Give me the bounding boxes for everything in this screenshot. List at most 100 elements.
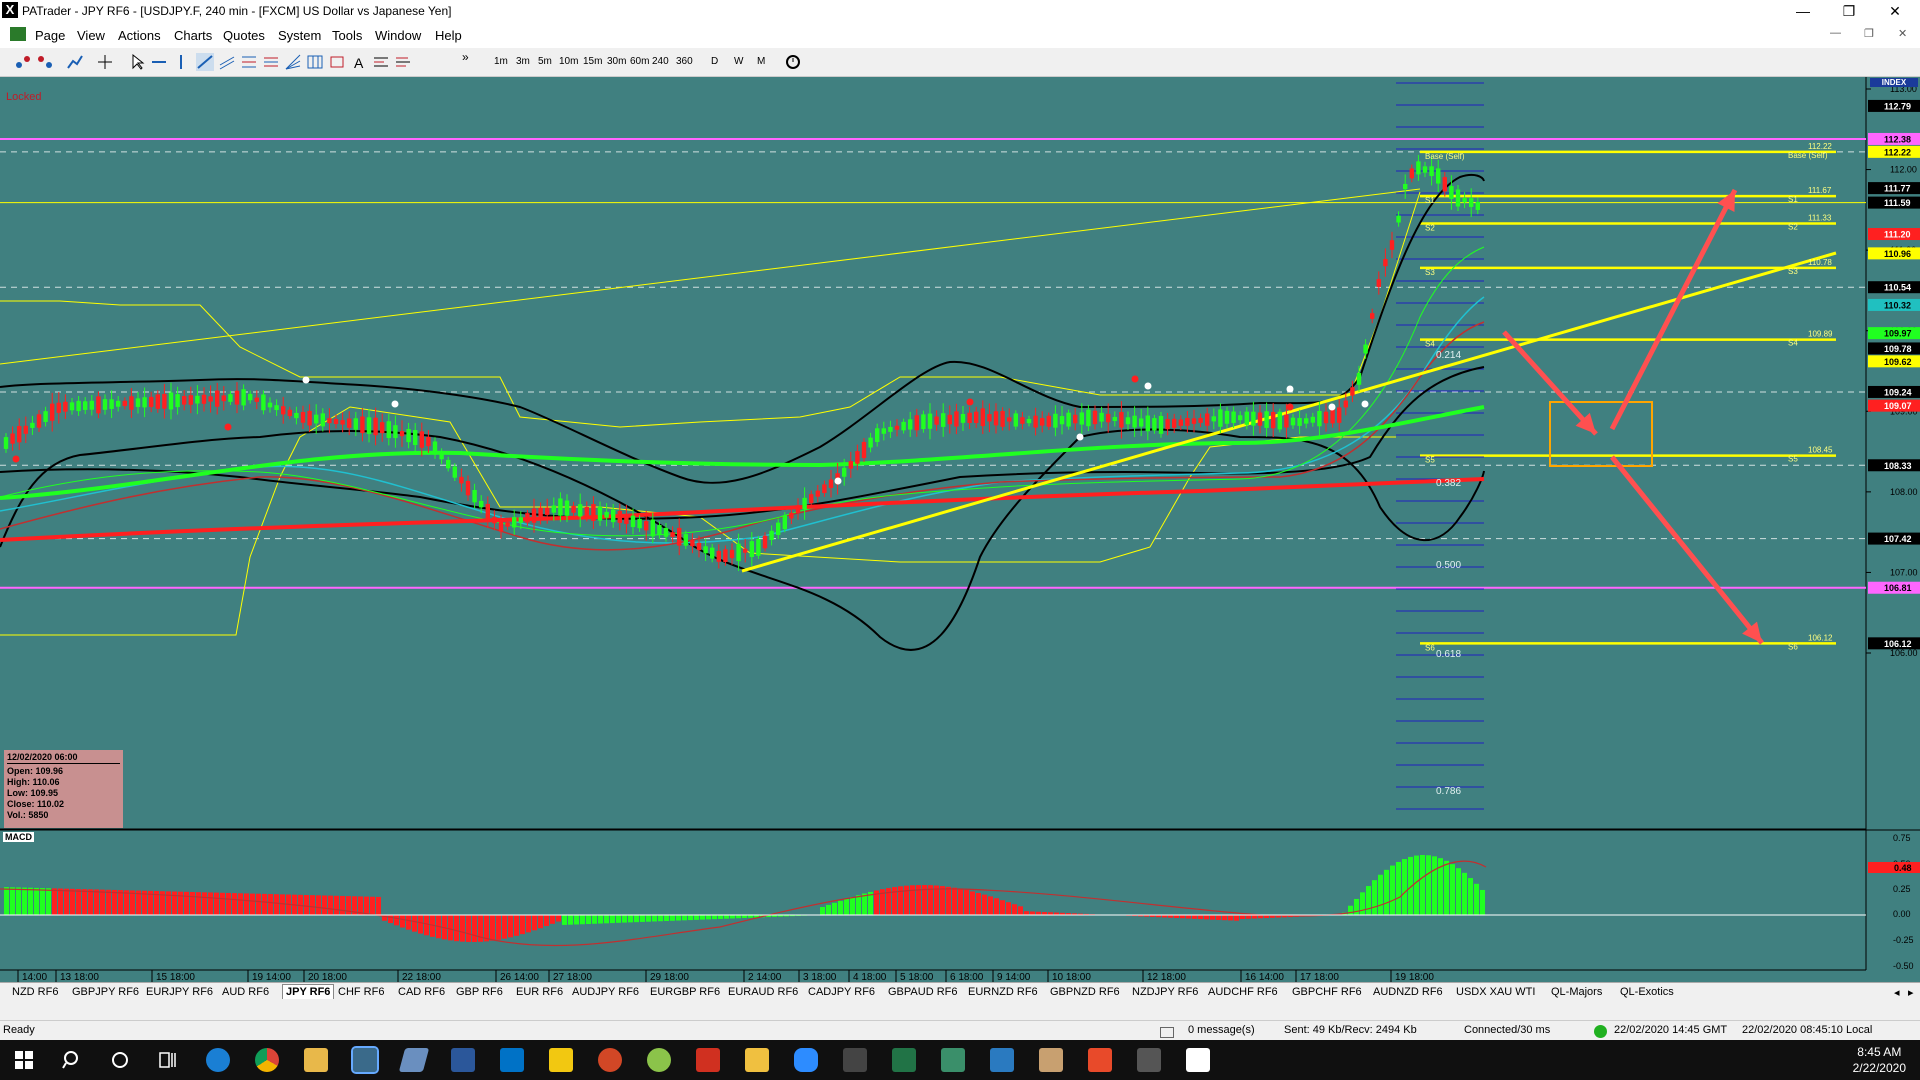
menu-actions[interactable]: Actions: [118, 28, 161, 43]
excel-icon[interactable]: [892, 1048, 916, 1072]
grid-icon[interactable]: [306, 53, 324, 71]
tab-eurgbp-rf6[interactable]: EURGBP RF6: [650, 986, 720, 998]
tab-nzd-rf6[interactable]: NZD RF6: [12, 986, 58, 998]
crosshair-icon[interactable]: [96, 53, 114, 71]
patrader-app-icon[interactable]: [351, 1046, 379, 1074]
cortana-icon[interactable]: [108, 1048, 132, 1072]
tab-euraud-rf6[interactable]: EURAUD RF6: [728, 986, 798, 998]
tab-ql-exotics[interactable]: QL-Exotics: [1620, 986, 1674, 998]
tf-60m[interactable]: 60m: [630, 56, 649, 67]
pointer-icon[interactable]: [128, 53, 146, 71]
tab-jpy-rf6[interactable]: JPY RF6: [282, 984, 335, 999]
tab-scroll-left-icon[interactable]: ◂: [1894, 986, 1900, 999]
fan-icon[interactable]: [284, 53, 302, 71]
tf-10m[interactable]: 10m: [559, 56, 578, 67]
price-chart[interactable]: 113.00112.00111.00110.00109.00108.00107.…: [0, 77, 1920, 982]
tab-chf-rf6[interactable]: CHF RF6: [338, 986, 384, 998]
search-icon[interactable]: [60, 1048, 84, 1072]
tab-audnzd-rf6[interactable]: AUDNZD RF6: [1373, 986, 1443, 998]
outlook-icon[interactable]: [500, 1048, 524, 1072]
vertical-line-icon[interactable]: [172, 53, 190, 71]
tf-240[interactable]: 240: [652, 56, 669, 67]
mdi-restore-button[interactable]: ❐: [1864, 27, 1874, 40]
menu-quotes[interactable]: Quotes: [223, 28, 265, 43]
ninja-app-icon[interactable]: [647, 1048, 671, 1072]
channel-icon[interactable]: [218, 53, 236, 71]
tab-aud-rf6[interactable]: AUD RF6: [222, 986, 269, 998]
tab-cadjpy-rf6[interactable]: CADJPY RF6: [808, 986, 875, 998]
document-icon[interactable]: [1186, 1048, 1210, 1072]
taskbar-clock[interactable]: 8:45 AM 2/22/2020: [1853, 1044, 1906, 1076]
status-messages[interactable]: 0 message(s): [1188, 1024, 1255, 1036]
overflow-chevron-icon[interactable]: »: [462, 50, 469, 64]
tf-360[interactable]: 360: [676, 56, 693, 67]
bird-app-icon[interactable]: [696, 1048, 720, 1072]
windows-start-icon[interactable]: [12, 1048, 36, 1072]
tab-audchf-rf6[interactable]: AUDCHF RF6: [1208, 986, 1278, 998]
tf-w[interactable]: W: [734, 56, 743, 67]
clock-icon[interactable]: [784, 53, 802, 71]
powerpoint-icon[interactable]: [598, 1048, 622, 1072]
levels-alt-icon[interactable]: [394, 53, 412, 71]
tf-3m[interactable]: 3m: [516, 56, 530, 67]
text-tool-icon[interactable]: A: [350, 53, 368, 71]
tab-cad-rf6[interactable]: CAD RF6: [398, 986, 445, 998]
network-icon[interactable]: [14, 53, 32, 71]
calculator-icon[interactable]: [843, 1048, 867, 1072]
task-view-icon[interactable]: [156, 1048, 180, 1072]
chart-canvas[interactable]: 113.00112.00111.00110.00109.00108.00107.…: [0, 77, 1920, 982]
chart-type-icon[interactable]: [66, 53, 84, 71]
chrome-browser-icon[interactable]: [255, 1048, 279, 1072]
zoom-icon[interactable]: [794, 1048, 818, 1072]
edge-browser-icon[interactable]: [206, 1048, 230, 1072]
tab-ql-majors[interactable]: QL-Majors: [1551, 986, 1602, 998]
sticky-notes-icon[interactable]: [745, 1048, 769, 1072]
tf-30m[interactable]: 30m: [607, 56, 626, 67]
tab-eur-rf6[interactable]: EUR RF6: [516, 986, 563, 998]
close-button[interactable]: ✕: [1872, 0, 1918, 22]
menu-window[interactable]: Window: [375, 28, 421, 43]
menu-page[interactable]: Page: [35, 28, 65, 43]
menu-tools[interactable]: Tools: [332, 28, 362, 43]
tab-scroll-right-icon[interactable]: ▸: [1908, 986, 1914, 999]
mdi-minimize-button[interactable]: —: [1830, 27, 1841, 39]
file-explorer-icon[interactable]: [304, 1048, 328, 1072]
tools-app-icon[interactable]: [1039, 1048, 1063, 1072]
tf-15m[interactable]: 15m: [583, 56, 602, 67]
image-viewer-icon[interactable]: [941, 1048, 965, 1072]
tab-eurnzd-rf6[interactable]: EURNZD RF6: [968, 986, 1038, 998]
snagit-icon[interactable]: [1088, 1048, 1112, 1072]
levels-icon[interactable]: [372, 53, 390, 71]
mdi-close-button[interactable]: ✕: [1898, 27, 1907, 40]
fib-extension-icon[interactable]: [262, 53, 280, 71]
tab-gbpnzd-rf6[interactable]: GBPNZD RF6: [1050, 986, 1120, 998]
fibonacci-icon[interactable]: [240, 53, 258, 71]
tf-m[interactable]: M: [757, 56, 765, 67]
network-alt-icon[interactable]: [36, 53, 54, 71]
tab-gbpjpy-rf6[interactable]: GBPJPY RF6: [72, 986, 139, 998]
tf-1m[interactable]: 1m: [494, 56, 508, 67]
minimize-button[interactable]: —: [1780, 0, 1826, 22]
tab-gbpchf-rf6[interactable]: GBPCHF RF6: [1292, 986, 1362, 998]
tab-usdx-xau-wti[interactable]: USDX XAU WTI: [1456, 986, 1535, 998]
menu-view[interactable]: View: [77, 28, 105, 43]
box-icon[interactable]: [328, 53, 346, 71]
tab-nzdjpy-rf6[interactable]: NZDJPY RF6: [1132, 986, 1198, 998]
menu-charts[interactable]: Charts: [174, 28, 212, 43]
tab-gbp-rf6[interactable]: GBP RF6: [456, 986, 503, 998]
tab-audjpy-rf6[interactable]: AUDJPY RF6: [572, 986, 639, 998]
restore-button[interactable]: ❐: [1826, 0, 1872, 22]
screen-app-icon[interactable]: [990, 1048, 1014, 1072]
tab-gbpaud-rf6[interactable]: GBPAUD RF6: [888, 986, 957, 998]
mail-icon[interactable]: [1160, 1027, 1174, 1038]
generic-app-icon[interactable]: [1137, 1048, 1161, 1072]
menu-system[interactable]: System: [278, 28, 321, 43]
menu-help[interactable]: Help: [435, 28, 462, 43]
powerbi-icon[interactable]: [549, 1048, 573, 1072]
horizontal-line-icon[interactable]: [150, 53, 168, 71]
notes-app-icon[interactable]: [398, 1048, 430, 1072]
tab-eurjpy-rf6[interactable]: EURJPY RF6: [146, 986, 213, 998]
word-icon[interactable]: [451, 1048, 475, 1072]
trendline-icon[interactable]: [196, 53, 214, 71]
tf-5m[interactable]: 5m: [538, 56, 552, 67]
